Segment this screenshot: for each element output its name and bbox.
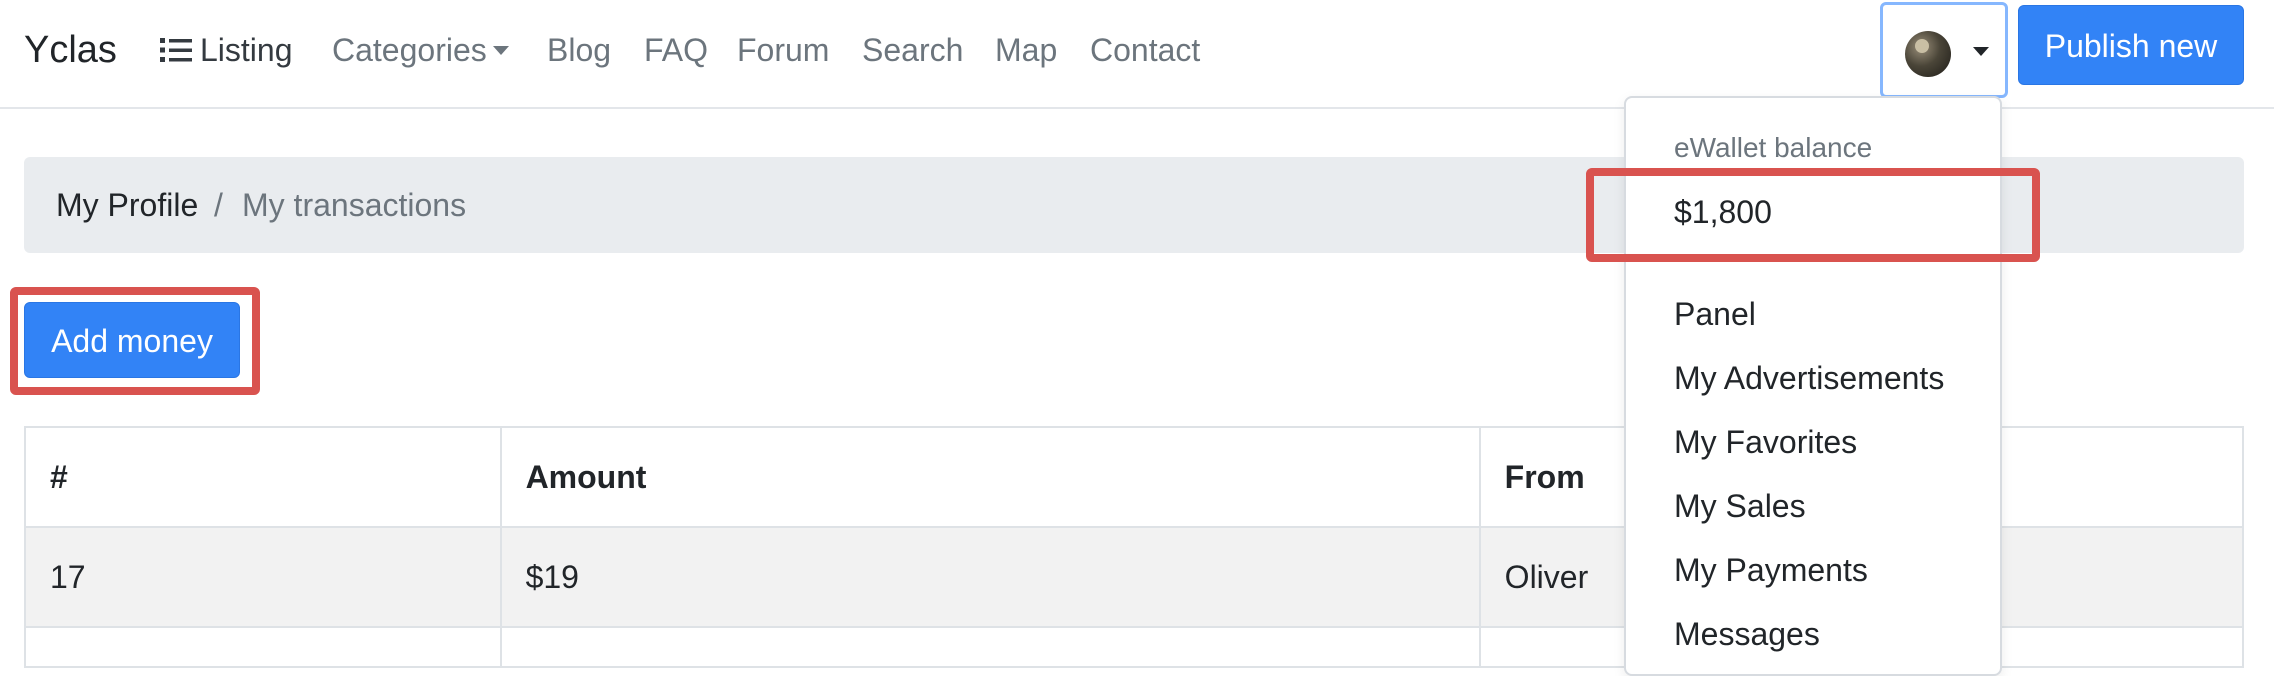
nav-contact[interactable]: Contact (1090, 24, 1200, 76)
column-header-id: # (24, 426, 502, 528)
cell-amount: $19 (499, 526, 1481, 628)
nav-listing[interactable]: Listing (160, 24, 293, 76)
brand-logo[interactable]: Yclas (24, 22, 117, 78)
nav-faq[interactable]: FAQ (644, 24, 708, 76)
list-icon (160, 37, 192, 62)
cell-id: 17 (24, 526, 502, 628)
cell-id (24, 626, 502, 668)
user-menu-toggle[interactable] (1880, 2, 2008, 98)
add-money-button[interactable]: Add money (24, 302, 240, 378)
cell-amount (499, 626, 1481, 668)
menu-item-my-advertisements[interactable]: My Advertisements (1674, 356, 1944, 400)
menu-item-my-payments[interactable]: My Payments (1674, 548, 1868, 592)
caret-down-icon (492, 46, 509, 56)
avatar (1905, 31, 1951, 77)
breadcrumb-separator: / (214, 187, 223, 223)
breadcrumb-current: My transactions (242, 187, 467, 223)
caret-down-icon (1973, 47, 1989, 56)
column-header-amount: Amount (499, 426, 1481, 528)
menu-item-my-sales[interactable]: My Sales (1674, 484, 1806, 528)
publish-new-button[interactable]: Publish new (2018, 5, 2244, 85)
menu-item-panel[interactable]: Panel (1674, 292, 1756, 336)
nav-categories[interactable]: Categories (332, 24, 509, 76)
navbar: Yclas Listing Categories Blog FAQ Forum … (0, 0, 2274, 109)
menu-item-messages[interactable]: Messages (1674, 612, 1820, 656)
nav-blog[interactable]: Blog (547, 24, 611, 76)
nav-forum[interactable]: Forum (737, 24, 829, 76)
nav-categories-label: Categories (332, 32, 487, 68)
breadcrumb-my-profile[interactable]: My Profile (56, 181, 198, 229)
nav-search[interactable]: Search (862, 24, 963, 76)
ewallet-balance-header: eWallet balance (1674, 132, 1873, 163)
balance-highlight (1586, 168, 2040, 262)
nav-map[interactable]: Map (995, 24, 1057, 76)
nav-listing-label: Listing (200, 32, 293, 68)
menu-item-my-favorites[interactable]: My Favorites (1674, 420, 1857, 464)
